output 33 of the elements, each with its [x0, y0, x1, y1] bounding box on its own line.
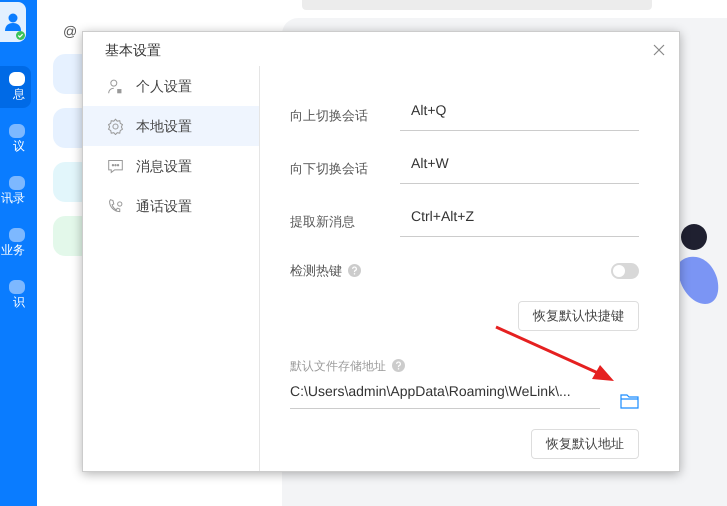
close-icon[interactable]: [653, 44, 665, 56]
dialog-title: 基本设置: [105, 40, 161, 60]
reset-path-button[interactable]: 恢复默认地址: [531, 428, 639, 458]
avatar[interactable]: [0, 2, 26, 42]
person-icon: [5, 13, 21, 31]
nav-icon: [107, 158, 124, 174]
detect-hotkey-label: 检测热键: [290, 262, 342, 280]
storage-path-field[interactable]: C:\Users\admin\AppData\Roaming\WeLink\...: [290, 380, 600, 408]
shortcut-label: 提取新消息: [290, 212, 356, 230]
settings-nav-item[interactable]: 通话设置: [83, 186, 259, 226]
settings-nav-item[interactable]: 个人设置: [83, 66, 259, 106]
nav-icon: [107, 198, 124, 214]
settings-nav-item[interactable]: 本地设置: [83, 106, 259, 146]
sidebar-item[interactable]: 议: [0, 118, 31, 160]
folder-icon[interactable]: [620, 392, 639, 408]
shortcut-field[interactable]: Alt+Q: [400, 93, 639, 131]
detect-hotkey-toggle[interactable]: [611, 262, 639, 279]
sidebar-item[interactable]: 讯录: [0, 170, 31, 212]
shortcut-field[interactable]: Alt+W: [400, 146, 639, 184]
reset-shortcuts-button[interactable]: 恢复默认快捷键: [518, 300, 639, 330]
settings-nav-item[interactable]: 消息设置: [83, 146, 259, 186]
sidebar-item[interactable]: 息: [0, 66, 31, 108]
storage-label: 默认文件存储地址: [290, 358, 386, 374]
sidebar-item[interactable]: 识: [0, 274, 31, 316]
help-icon[interactable]: [392, 359, 405, 372]
sidebar-item[interactable]: 业务: [0, 222, 31, 264]
online-status-icon: [16, 31, 25, 40]
nav-icon: [107, 78, 124, 94]
shortcut-label: 向下切换会话: [290, 160, 369, 178]
help-icon[interactable]: [348, 264, 361, 278]
shortcut-field[interactable]: Ctrl+Alt+Z: [400, 199, 639, 237]
shortcut-label: 向上切换会话: [290, 106, 369, 124]
nav-icon: [107, 118, 124, 134]
